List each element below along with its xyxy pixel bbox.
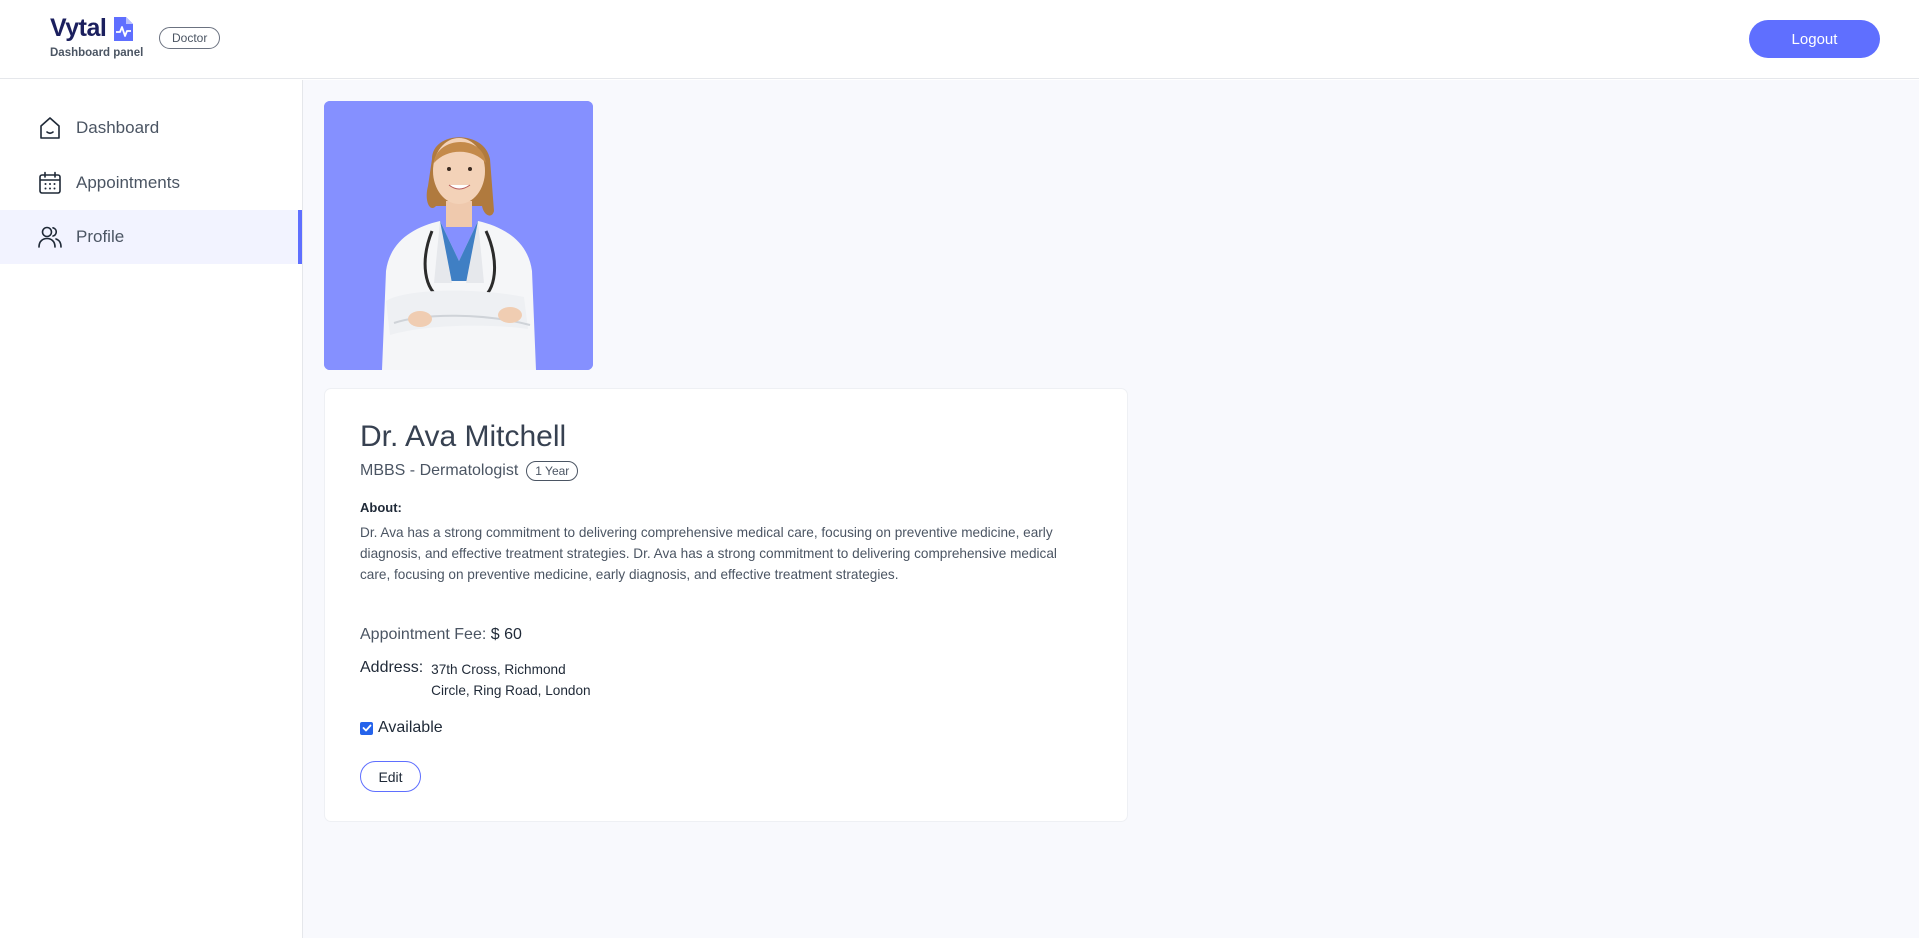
sidebar-item-dashboard[interactable]: Dashboard	[0, 101, 302, 155]
top-header: Vytal Dashboard panel Doctor Logout	[0, 0, 1919, 79]
logout-button[interactable]: Logout	[1749, 20, 1880, 58]
available-checkbox[interactable]	[360, 721, 373, 735]
home-icon	[37, 115, 63, 141]
brand-name: Vytal	[50, 14, 107, 42]
sidebar-nav: Dashboard Appointments Profile	[0, 80, 303, 938]
availability-row: Available	[360, 719, 443, 737]
address-label: Address:	[360, 659, 424, 676]
sidebar-item-label: Dashboard	[76, 118, 160, 137]
document-pulse-icon	[114, 16, 134, 41]
people-icon	[37, 224, 63, 250]
available-label: Available	[378, 719, 443, 736]
address-line-1: 37th Cross, Richmond	[431, 662, 566, 677]
calendar-icon	[37, 170, 63, 196]
about-text: Dr. Ava has a strong commitment to deliv…	[360, 525, 1057, 582]
doctor-name: Dr. Ava Mitchell	[360, 420, 567, 453]
doctor-photo	[324, 101, 593, 370]
sidebar-item-label: Appointments	[76, 173, 180, 192]
profile-card: Dr. Ava Mitchell MBBS - Dermatologist 1 …	[324, 388, 1128, 822]
brand-subtitle: Dashboard panel	[50, 47, 144, 59]
experience-badge: 1 Year	[526, 461, 579, 481]
address-line-2: Circle, Ring Road, London	[431, 683, 591, 698]
main-content: Dr. Ava Mitchell MBBS - Dermatologist 1 …	[303, 80, 1919, 938]
role-badge: Doctor	[159, 27, 221, 49]
edit-button[interactable]: Edit	[360, 761, 421, 792]
brand[interactable]: Vytal Dashboard panel	[50, 14, 143, 59]
address-value: 37th Cross, Richmond Circle, Ring Road, …	[431, 659, 590, 701]
sidebar-item-appointments[interactable]: Appointments	[0, 156, 302, 210]
check-icon	[362, 724, 371, 732]
fee-label: Appointment Fee:	[360, 626, 487, 643]
about-label: About:	[360, 500, 402, 515]
degree-row: MBBS - Dermatologist 1 Year	[360, 461, 579, 481]
sidebar-item-profile[interactable]: Profile	[0, 210, 302, 264]
doctor-degree: MBBS - Dermatologist	[360, 462, 519, 479]
fee-value: $ 60	[490, 626, 522, 643]
address-row: Address: 37th Cross, Richmond Circle, Ri…	[360, 659, 591, 701]
fee-row: Appointment Fee: $ 60	[360, 626, 522, 644]
sidebar-item-label: Profile	[76, 227, 125, 246]
